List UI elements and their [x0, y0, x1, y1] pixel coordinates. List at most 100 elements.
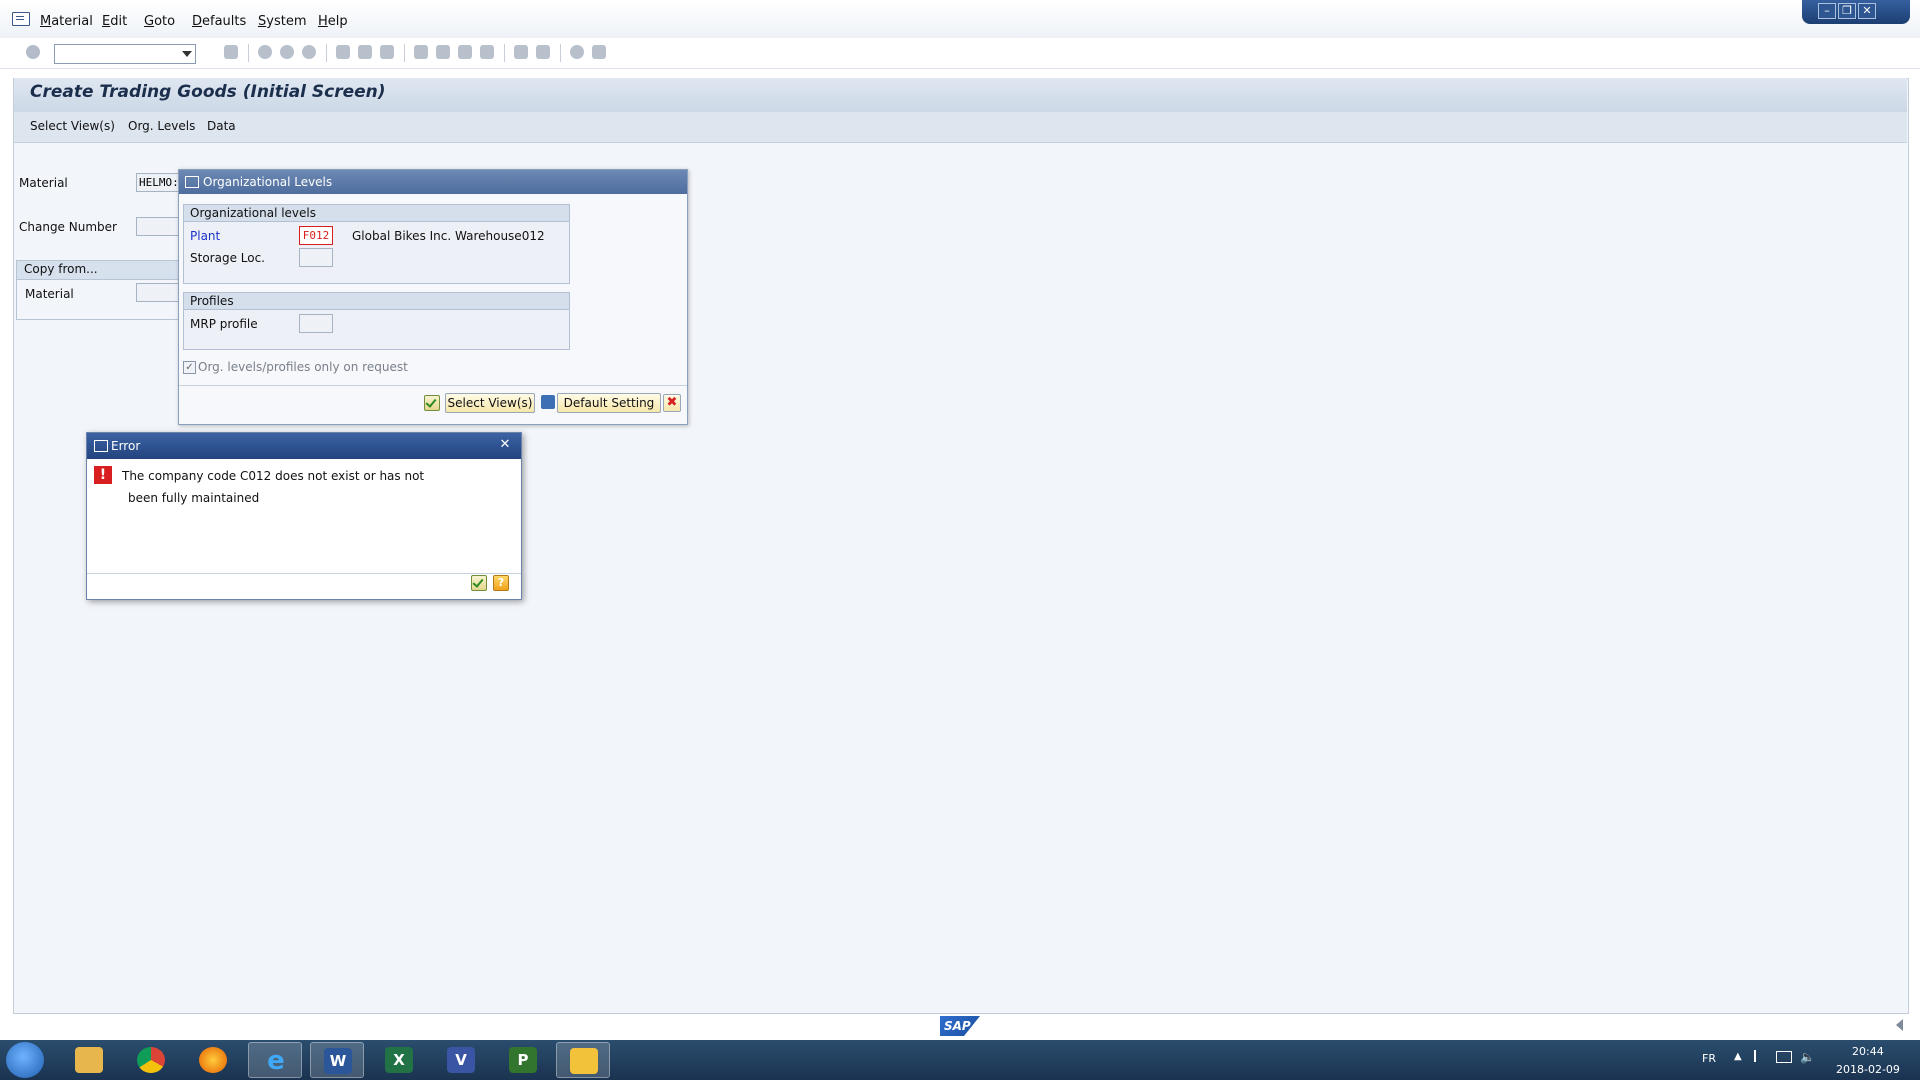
- org-levels-button[interactable]: Org. Levels: [128, 119, 195, 133]
- continue-icon[interactable]: [471, 575, 487, 591]
- sap-logo: SAP: [940, 1016, 980, 1036]
- tray-expand-icon[interactable]: ▲: [1734, 1051, 1742, 1062]
- dialog-icon: [94, 440, 108, 452]
- taskbar-firefox[interactable]: [186, 1042, 240, 1078]
- dialog-divider: [179, 385, 687, 386]
- mrp-profile-input[interactable]: [299, 314, 333, 333]
- menu-edit[interactable]: Edit: [102, 14, 127, 29]
- copy-material-input[interactable]: [136, 283, 180, 302]
- minimize-icon[interactable]: –: [1818, 3, 1836, 19]
- select-views-dialog-button[interactable]: Select View(s): [445, 393, 535, 413]
- shortcut-icon[interactable]: [536, 45, 550, 59]
- profiles-group-title: Profiles: [190, 294, 234, 308]
- select-views-button[interactable]: Select View(s): [30, 119, 115, 133]
- data-button[interactable]: Data: [207, 119, 236, 133]
- taskbar-internet-explorer[interactable]: e: [248, 1042, 302, 1078]
- close-icon[interactable]: ✕: [1858, 3, 1876, 19]
- taskbar-word[interactable]: W: [310, 1042, 364, 1078]
- material-input[interactable]: HELMO:: [136, 173, 182, 192]
- clock-date[interactable]: 2018-02-09: [1836, 1063, 1900, 1076]
- enter-icon[interactable]: [26, 45, 40, 59]
- material-label: Material: [19, 176, 68, 190]
- storage-loc-input[interactable]: [299, 248, 333, 267]
- window-controls: – ❐ ✕: [1802, 0, 1910, 24]
- dialog-icon: [185, 176, 199, 188]
- dialog-title-bar: Organizational Levels: [179, 170, 687, 194]
- toolbar-separator: [504, 44, 505, 62]
- cancel-icon[interactable]: [302, 45, 316, 59]
- visio-icon: V: [447, 1047, 475, 1073]
- plant-label[interactable]: Plant: [190, 229, 220, 243]
- plant-description: Global Bikes Inc. Warehouse012: [352, 229, 545, 243]
- storage-loc-label: Storage Loc.: [190, 251, 265, 265]
- error-message-line2: been fully maintained: [128, 491, 260, 505]
- previous-page-icon[interactable]: [436, 45, 450, 59]
- back-icon[interactable]: [258, 45, 272, 59]
- default-setting-button[interactable]: Default Setting: [557, 393, 661, 413]
- cancel-icon[interactable]: ✖: [663, 394, 681, 412]
- menu-system[interactable]: System: [258, 14, 307, 29]
- find-icon[interactable]: [358, 45, 372, 59]
- new-session-icon[interactable]: [514, 45, 528, 59]
- toolbar-separator: [560, 44, 561, 62]
- find-next-icon[interactable]: [380, 45, 394, 59]
- excel-icon: X: [385, 1047, 413, 1073]
- error-icon: !: [94, 466, 112, 484]
- application-toolbar: [14, 112, 1907, 143]
- close-icon[interactable]: ✕: [497, 437, 513, 453]
- menu-help[interactable]: Help: [318, 14, 348, 29]
- only-on-request-label: Org. levels/profiles only on request: [198, 360, 408, 374]
- print-icon[interactable]: [336, 45, 350, 59]
- first-page-icon[interactable]: [414, 45, 428, 59]
- menu-material[interactable]: Material: [40, 14, 93, 29]
- change-number-input[interactable]: [136, 217, 180, 236]
- chevron-down-icon[interactable]: [182, 51, 192, 57]
- dialog-title: Organizational Levels: [203, 175, 333, 189]
- taskbar-chrome[interactable]: [124, 1042, 178, 1078]
- exit-icon[interactable]: [280, 45, 294, 59]
- toolbar-separator: [404, 44, 405, 62]
- next-page-icon[interactable]: [458, 45, 472, 59]
- taskbar-excel[interactable]: X: [372, 1042, 426, 1078]
- start-button[interactable]: [6, 1042, 44, 1078]
- only-on-request-checkbox[interactable]: ✓: [183, 361, 196, 374]
- toolbar-separator: [326, 44, 327, 62]
- language-indicator[interactable]: FR: [1702, 1052, 1716, 1065]
- group-header: Organizational levels: [184, 205, 569, 222]
- save-icon[interactable]: [541, 395, 555, 409]
- taskbar-visio[interactable]: V: [434, 1042, 488, 1078]
- last-page-icon[interactable]: [480, 45, 494, 59]
- sap-logon-icon: [570, 1048, 598, 1074]
- clock-time[interactable]: 20:44: [1852, 1045, 1884, 1058]
- continue-icon[interactable]: [424, 395, 440, 411]
- org-levels-group: Organizational levels: [183, 204, 570, 284]
- dialog-title: Error: [111, 439, 141, 453]
- taskbar-file-explorer[interactable]: [62, 1042, 116, 1078]
- plant-input[interactable]: F012: [299, 226, 333, 245]
- page-title: Create Trading Goods (Initial Screen): [30, 82, 386, 102]
- help-icon[interactable]: ?: [493, 575, 509, 591]
- copy-from-header: Copy from...: [24, 262, 98, 276]
- word-icon: W: [324, 1048, 352, 1074]
- project-icon: P: [509, 1047, 537, 1073]
- menu-defaults[interactable]: Defaults: [192, 14, 246, 29]
- org-levels-group-title: Organizational levels: [190, 206, 317, 220]
- command-field[interactable]: [54, 44, 196, 64]
- toolbar-separator: [248, 44, 249, 62]
- taskbar-sap-logon[interactable]: [556, 1042, 610, 1078]
- error-message-line1: The company code C012 does not exist or …: [122, 469, 425, 483]
- network-icon[interactable]: [1776, 1051, 1792, 1063]
- help-icon[interactable]: [570, 45, 584, 59]
- action-center-flag-icon[interactable]: [1754, 1050, 1768, 1062]
- ie-icon: e: [267, 1046, 285, 1076]
- taskbar-project[interactable]: P: [496, 1042, 550, 1078]
- org-levels-dialog: Organizational Levels Organizational lev…: [178, 169, 688, 425]
- change-number-label: Change Number: [19, 220, 117, 234]
- status-toggle-icon[interactable]: [1896, 1019, 1903, 1031]
- menu-goto[interactable]: Goto: [144, 14, 175, 29]
- restore-icon[interactable]: ❐: [1838, 3, 1856, 19]
- sap-menu-icon[interactable]: [12, 12, 30, 26]
- layout-icon[interactable]: [592, 45, 606, 59]
- save-icon[interactable]: [224, 45, 238, 59]
- volume-muted-icon[interactable]: 🔈: [1800, 1050, 1815, 1064]
